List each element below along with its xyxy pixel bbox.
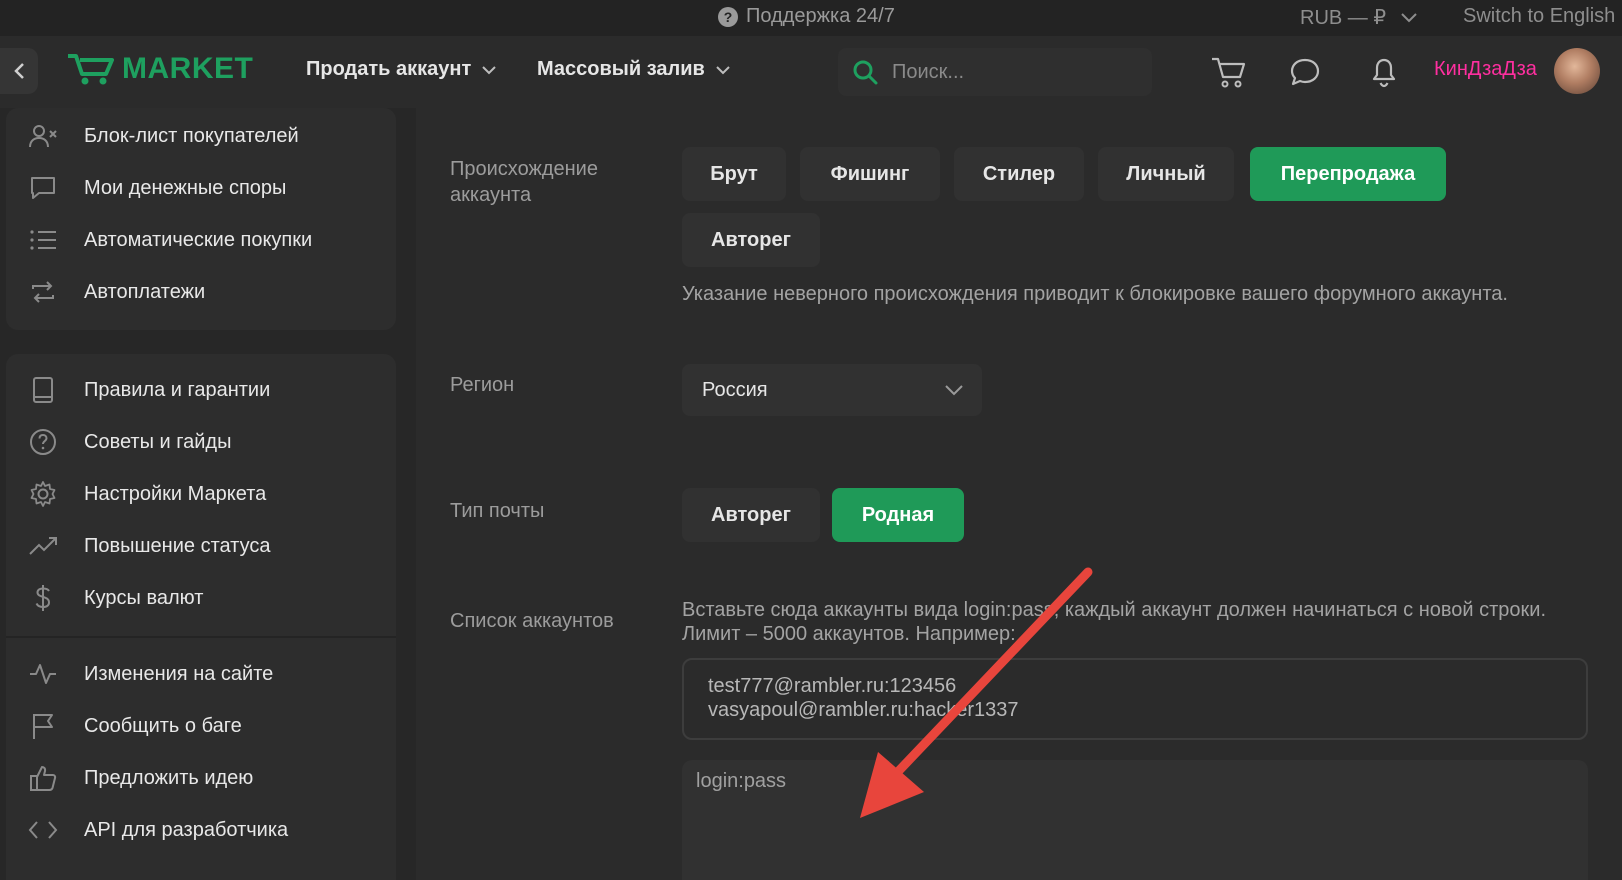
sidebar-item-label: Мои денежные споры bbox=[84, 176, 287, 199]
accounts-textarea[interactable] bbox=[682, 760, 1588, 880]
cart-icon[interactable] bbox=[1208, 52, 1248, 92]
sidebar-item-label: Изменения на сайте bbox=[84, 662, 274, 685]
repeat-icon bbox=[28, 278, 58, 306]
sidebar-item-suggest-idea[interactable]: Предложить идею bbox=[28, 764, 253, 792]
chevron-down-icon bbox=[945, 385, 963, 396]
origin-option-autoreg[interactable]: Авторег bbox=[682, 213, 820, 267]
mail-type-label: Тип почты bbox=[450, 500, 545, 522]
origin-label: Происхождение аккаунта bbox=[450, 158, 598, 206]
user-block-icon bbox=[28, 122, 58, 150]
sidebar-item-market-settings[interactable]: Настройки Маркета bbox=[28, 480, 266, 508]
sidebar-item-developer-api[interactable]: API для разработчика bbox=[28, 816, 288, 844]
mail-type-option-autoreg[interactable]: Авторег bbox=[682, 488, 820, 542]
currency-select[interactable]: RUB — ₽ bbox=[1300, 5, 1418, 30]
sidebar-item-label: Курсы валют bbox=[84, 586, 204, 609]
activity-icon bbox=[28, 660, 58, 688]
origin-option-personal[interactable]: Личный bbox=[1098, 147, 1234, 201]
gear-icon bbox=[28, 480, 58, 508]
sidebar-item-rules[interactable]: Правила и гарантии bbox=[28, 376, 270, 404]
sidebar-item-label: Автоматические покупки bbox=[84, 228, 313, 251]
cart-logo-icon bbox=[68, 54, 114, 85]
sidebar-item-label: Предложить идею bbox=[84, 766, 254, 789]
logo[interactable]: MARKET bbox=[66, 52, 253, 86]
nav-label: Продать аккаунт bbox=[306, 58, 472, 80]
code-icon bbox=[28, 816, 58, 844]
header: MARKET Продать аккаунт Массовый залив По… bbox=[0, 36, 1622, 108]
sidebar-item-label: Повышение статуса bbox=[84, 534, 271, 557]
sidebar-item-label: API для разработчика bbox=[84, 818, 289, 841]
sidebar-item-autopayments[interactable]: Автоплатежи bbox=[28, 278, 205, 306]
sidebar-item-label: Правила и гарантии bbox=[84, 378, 271, 401]
sidebar-item-report-bug[interactable]: Сообщить о баге bbox=[28, 712, 242, 740]
nav-sell-account[interactable]: Продать аккаунт bbox=[306, 58, 497, 81]
origin-warning: Указание неверного происхождения приводи… bbox=[682, 283, 1508, 305]
accounts-example: test777@rambler.ru:123456 vasyapoul@ramb… bbox=[682, 658, 1588, 740]
search-box[interactable] bbox=[838, 48, 1152, 96]
region-label: Регион bbox=[450, 374, 515, 396]
sidebar-item-label: Автоплатежи bbox=[84, 280, 206, 303]
help-icon: ? bbox=[718, 6, 738, 27]
chevron-down-icon bbox=[716, 65, 730, 74]
chat-icon[interactable] bbox=[1285, 52, 1325, 92]
trending-up-icon bbox=[28, 532, 58, 560]
language-switch[interactable]: Switch to English bbox=[1463, 5, 1615, 28]
sidebar-item-label: Блок-лист покупателей bbox=[84, 124, 299, 147]
mail-type-option-native[interactable]: Родная bbox=[832, 488, 964, 542]
sidebar-item-label: Советы и гайды bbox=[84, 430, 232, 453]
sidebar-item-label: Настройки Маркета bbox=[84, 482, 267, 505]
origin-option-resale[interactable]: Перепродажа bbox=[1250, 147, 1446, 201]
bell-icon[interactable] bbox=[1364, 52, 1404, 92]
nav-mass-upload[interactable]: Массовый залив bbox=[537, 58, 731, 81]
help-circle-icon bbox=[28, 428, 58, 456]
sidebar-group-info: Правила и гарантии Советы и гайды Настро… bbox=[6, 354, 396, 880]
chevron-left-icon bbox=[14, 63, 24, 79]
support-label: Поддержка 24/7 bbox=[746, 5, 895, 27]
top-strip: ? Поддержка 24/7 RUB — ₽ Switch to Engli… bbox=[0, 0, 1622, 36]
chevron-down-icon bbox=[482, 65, 496, 74]
sidebar-item-currency-rates[interactable]: Курсы валют bbox=[28, 584, 203, 612]
dollar-icon bbox=[28, 584, 58, 612]
logo-text: MARKET bbox=[122, 52, 254, 85]
chat-bubble-icon bbox=[28, 174, 58, 202]
origin-option-phishing[interactable]: Фишинг bbox=[800, 147, 940, 201]
origin-option-brute[interactable]: Брут bbox=[682, 147, 786, 201]
search-input[interactable] bbox=[892, 60, 1122, 84]
sidebar-item-disputes[interactable]: Мои денежные споры bbox=[28, 174, 286, 202]
search-icon bbox=[853, 60, 878, 85]
username-link[interactable]: КинДзаДза bbox=[1434, 58, 1537, 81]
flag-icon bbox=[28, 712, 58, 740]
list-icon bbox=[28, 226, 58, 254]
book-icon bbox=[28, 376, 58, 404]
collapse-sidebar-button[interactable] bbox=[0, 48, 38, 94]
sidebar-item-auto-purchases[interactable]: Автоматические покупки bbox=[28, 226, 312, 254]
nav-label: Массовый залив bbox=[537, 58, 705, 80]
sidebar-item-site-changes[interactable]: Изменения на сайте bbox=[28, 660, 273, 688]
accounts-label: Список аккаунтов bbox=[450, 610, 614, 632]
chevron-down-icon bbox=[1401, 12, 1417, 22]
region-select[interactable]: Россия bbox=[682, 364, 982, 416]
support-link[interactable]: ? Поддержка 24/7 bbox=[718, 5, 895, 28]
sidebar-item-status-upgrade[interactable]: Повышение статуса bbox=[28, 532, 270, 560]
thumbs-up-icon bbox=[28, 764, 58, 792]
sidebar-item-guides[interactable]: Советы и гайды bbox=[28, 428, 231, 456]
sidebar-group-account: Блок-лист покупателей Мои денежные споры… bbox=[6, 108, 396, 330]
sidebar-item-blocklist[interactable]: Блок-лист покупателей bbox=[28, 122, 299, 150]
origin-option-stealer[interactable]: Стилер bbox=[954, 147, 1084, 201]
sidebar-item-label: Сообщить о баге bbox=[84, 714, 242, 737]
accounts-hint: Вставьте сюда аккаунты вида login:pass, … bbox=[682, 599, 1547, 645]
avatar[interactable] bbox=[1554, 48, 1600, 94]
sidebar-divider bbox=[6, 636, 396, 638]
currency-label: RUB — ₽ bbox=[1300, 7, 1387, 29]
region-value: Россия bbox=[702, 378, 768, 401]
